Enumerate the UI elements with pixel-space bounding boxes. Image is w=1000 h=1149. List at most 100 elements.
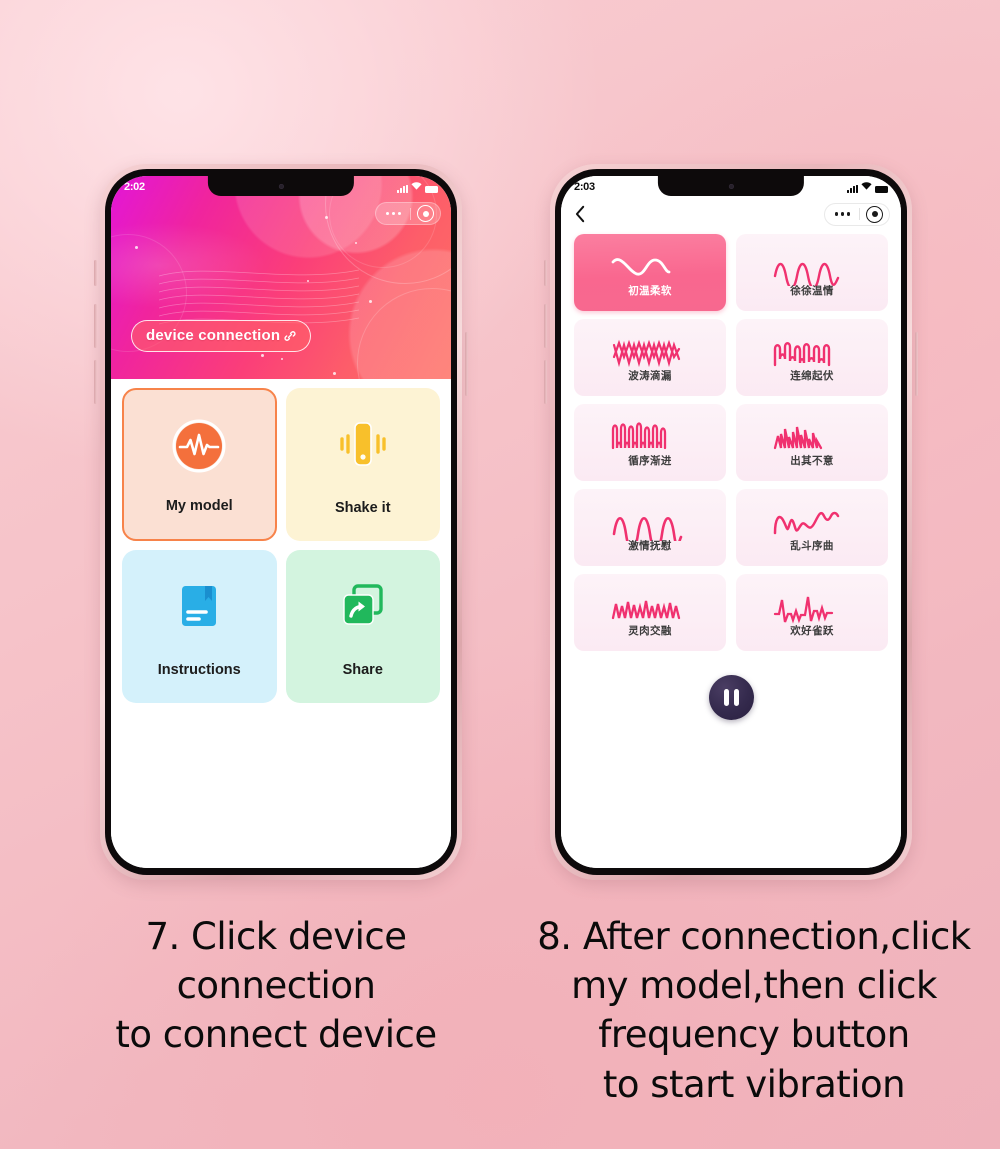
pattern-cell-8[interactable]: 乱斗序曲 <box>736 489 888 566</box>
decor-dot-icon <box>135 246 138 249</box>
screen-left: device connection 2:02 My model Shake it… <box>111 176 451 868</box>
link-icon <box>283 329 297 343</box>
status-icons <box>847 181 888 193</box>
tile-my-model[interactable]: My model <box>122 388 277 541</box>
pattern-label: 徐徐温情 <box>790 284 834 297</box>
phone-mockup-left: device connection 2:02 My model Shake it… <box>94 164 468 880</box>
device-connection-button[interactable]: device connection <box>131 320 312 352</box>
home-content-left: My model Shake it Instructions Share <box>111 379 451 868</box>
tile-label: Shake it <box>334 500 391 516</box>
wide-smooth-sine-icon <box>612 516 683 541</box>
power-button <box>465 332 468 396</box>
status-time: 2:03 <box>574 180 595 193</box>
phone-bezel-left: device connection 2:02 My model Shake it… <box>105 169 457 875</box>
volume-up-button <box>544 304 547 348</box>
burst-pulse-spikes-icon <box>773 596 834 624</box>
nav-bar-right <box>561 197 901 231</box>
capsule-divider <box>410 207 411 220</box>
share-arrow-icon <box>338 576 388 636</box>
tile-shake-it[interactable]: Shake it <box>285 388 440 541</box>
battery-icon <box>425 185 438 193</box>
tile-share[interactable]: Share <box>285 550 440 703</box>
pattern-cell-1[interactable]: 初温柔软 <box>574 234 726 311</box>
volume-down-button <box>544 360 547 404</box>
dense-zigzag-double-icon <box>612 339 681 367</box>
pattern-label: 波涛滴漏 <box>628 369 672 382</box>
back-chevron-icon[interactable] <box>574 205 587 223</box>
mute-switch <box>94 260 97 286</box>
front-camera-icon <box>278 183 284 189</box>
irregular-sharp-peaks-icon <box>773 426 823 449</box>
vibration-pattern-grid: 初温柔软 徐徐温情 波涛滴漏 连绵起伏 循序渐进 出其不意 激情抚慰 乱斗序曲 … <box>574 234 888 651</box>
pause-icon <box>733 689 739 706</box>
miniprogram-capsule-left[interactable] <box>374 202 441 225</box>
pattern-label: 出其不意 <box>790 454 834 467</box>
decor-dot-icon <box>325 216 328 219</box>
slow-smooth-s-curve-icon <box>611 257 671 275</box>
signal-bars-icon <box>397 184 408 193</box>
notch-right <box>657 176 805 196</box>
tile-label: Instructions <box>157 662 241 678</box>
square-top-ripple-icon <box>773 341 831 366</box>
phone-bezel-right: 2:03 初温柔软 徐徐温情 波涛滴漏 连绵起伏 循序渐进 出其不意 激情抚慰 … <box>555 169 907 875</box>
pulse-wave-icon <box>172 416 226 476</box>
caption-step-8: 8. After connection,click my model,then c… <box>537 915 971 1106</box>
caption-step-7: 7. Click device connection to connect devi… <box>115 915 437 1057</box>
pattern-label: 乱斗序曲 <box>790 539 834 552</box>
device-connection-label: device connection <box>146 327 281 344</box>
pattern-label: 激情抚慰 <box>628 539 672 552</box>
tile-instructions[interactable]: Instructions <box>122 550 277 703</box>
pattern-label: 循序渐进 <box>628 454 672 467</box>
pattern-label: 连绵起伏 <box>790 369 834 382</box>
mute-switch <box>544 260 547 286</box>
pattern-label: 初温柔软 <box>628 284 672 297</box>
target-icon[interactable] <box>866 205 883 223</box>
signal-bars-icon <box>847 184 858 193</box>
tile-label: Share <box>342 662 383 678</box>
volume-down-button <box>94 360 97 404</box>
more-dots-icon[interactable] <box>376 211 410 216</box>
tile-label: My model <box>165 498 233 514</box>
playback-controls <box>574 675 888 720</box>
wifi-icon <box>411 181 422 193</box>
target-icon[interactable] <box>417 205 434 222</box>
power-button <box>915 332 918 396</box>
tall-narrow-spikes-icon <box>611 421 667 449</box>
chaotic-mixed-curve-icon <box>773 511 840 534</box>
pattern-cell-7[interactable]: 激情抚慰 <box>574 489 726 566</box>
gentle-rounded-sine-icon <box>773 262 840 286</box>
decor-dot-icon <box>261 354 264 357</box>
more-dots-icon[interactable] <box>825 212 859 216</box>
status-time: 2:02 <box>124 180 145 193</box>
decor-dot-icon <box>307 280 309 282</box>
volume-up-button <box>94 304 97 348</box>
battery-icon <box>875 185 888 193</box>
vibrate-phone-icon <box>335 414 391 474</box>
pattern-label: 灵肉交融 <box>628 624 672 637</box>
phone-mockup-right: 2:03 初温柔软 徐徐温情 波涛滴漏 连绵起伏 循序渐进 出其不意 激情抚慰 … <box>544 164 918 880</box>
decor-dot-icon <box>355 242 357 244</box>
pattern-content-right: 初温柔软 徐徐温情 波涛滴漏 连绵起伏 循序渐进 出其不意 激情抚慰 乱斗序曲 … <box>561 234 901 868</box>
notch-left <box>207 176 355 196</box>
pause-button[interactable] <box>708 675 754 720</box>
pattern-cell-5[interactable]: 循序渐进 <box>574 404 726 481</box>
pattern-cell-9[interactable]: 灵肉交融 <box>574 574 726 651</box>
pattern-cell-6[interactable]: 出其不意 <box>736 404 888 481</box>
pattern-cell-10[interactable]: 欢好雀跃 <box>736 574 888 651</box>
decor-dot-icon <box>369 300 372 303</box>
pause-icon <box>723 689 729 706</box>
pattern-cell-3[interactable]: 波涛滴漏 <box>574 319 726 396</box>
rapid-pointed-peaks-icon <box>611 600 681 619</box>
miniprogram-capsule-right[interactable] <box>823 202 890 226</box>
capsule-divider <box>859 208 860 220</box>
status-icons <box>397 181 438 193</box>
pattern-cell-2[interactable]: 徐徐温情 <box>736 234 888 311</box>
pattern-cell-4[interactable]: 连绵起伏 <box>736 319 888 396</box>
pattern-label: 欢好雀跃 <box>790 624 834 637</box>
decor-dot-icon <box>333 372 336 375</box>
front-camera-icon <box>728 183 734 189</box>
wifi-icon <box>861 181 872 193</box>
feature-tile-grid: My model Shake it Instructions Share <box>122 388 440 703</box>
screen-right: 2:03 初温柔软 徐徐温情 波涛滴漏 连绵起伏 循序渐进 出其不意 激情抚慰 … <box>561 176 901 868</box>
manual-book-icon <box>175 576 223 636</box>
